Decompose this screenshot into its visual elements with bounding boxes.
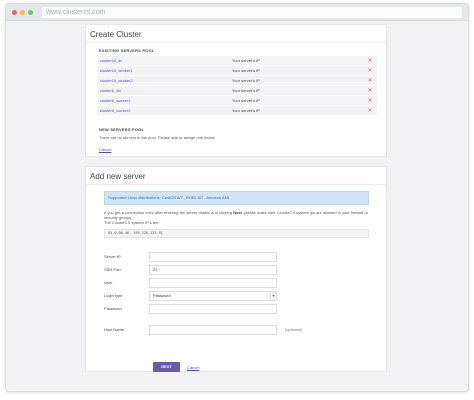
server-ip-label: Server IP	[104, 254, 121, 259]
system-ips-box: 95.0.00.46, 193.226.133.91	[104, 229, 369, 238]
password-label: Password	[104, 306, 122, 311]
remove-server-icon[interactable]: ✕	[365, 77, 375, 84]
server-ip-input[interactable]	[149, 251, 277, 262]
remove-server-icon[interactable]: ✕	[365, 57, 375, 64]
server-ip: Your server's IP	[232, 78, 260, 83]
server-ip: Your server's IP	[232, 98, 260, 103]
remove-server-icon[interactable]: ✕	[365, 87, 375, 94]
next-button[interactable]: NEXT	[153, 362, 180, 372]
firewall-hint: If you get a connection error after ente…	[104, 210, 374, 225]
add-server-title: Add new server	[86, 167, 386, 185]
password-row: Password	[104, 303, 277, 314]
login-type-row: Login type Password ▾	[104, 290, 277, 301]
server-name-link[interactable]: cluster10_worker1	[97, 68, 232, 73]
password-input[interactable]	[149, 303, 277, 314]
server-name-link[interactable]: cluster10_worker2	[97, 78, 232, 83]
ssh-port-label: SSH Port	[104, 267, 121, 272]
create-cluster-title: Create Cluster	[86, 25, 386, 43]
user-label: User	[104, 280, 113, 285]
add-server-card: Add new server Supported Linux distribut…	[85, 166, 387, 372]
maximize-window-dot-icon[interactable]	[28, 9, 33, 15]
new-pool-label: NEW SERVERS POOL	[99, 127, 145, 132]
cancel-cluster-link[interactable]: Cancel	[99, 147, 111, 152]
server-ip: Your server's IP	[232, 88, 260, 93]
optional-note: (optional)	[285, 327, 302, 332]
server-row: cluster6_worker1 Your server's IP ✕	[97, 96, 377, 106]
existing-pool-label: EXISTING SERVERS POOL	[99, 48, 155, 53]
server-ip-row: Server IP	[104, 251, 277, 262]
login-type-select[interactable]: Password ▾	[149, 290, 277, 301]
ssh-port-input[interactable]: 22	[149, 264, 277, 275]
user-row: User	[104, 277, 277, 288]
minimize-window-dot-icon[interactable]	[20, 9, 25, 15]
address-bar[interactable]: www.clustercs.com	[42, 6, 462, 18]
host-name-input[interactable]	[149, 324, 277, 335]
close-window-dot-icon[interactable]	[12, 9, 17, 15]
server-ip: Your server's IP	[232, 68, 260, 73]
system-ips-label: The ClusterCS system IP's are:	[104, 220, 160, 225]
remove-server-icon[interactable]: ✕	[365, 67, 375, 74]
remove-server-icon[interactable]: ✕	[365, 97, 375, 104]
remove-server-icon[interactable]: ✕	[365, 107, 375, 114]
host-name-row: Host Name (optional)	[104, 324, 302, 335]
hint-next-word: Next	[233, 210, 242, 215]
login-type-label: Login type	[104, 293, 123, 298]
existing-server-list: cluster10_lb Your server's IP ✕ cluster1…	[97, 56, 377, 116]
server-name-link[interactable]: cluster10_lb	[97, 58, 232, 63]
create-cluster-card: Create Cluster EXISTING SERVERS POOL clu…	[85, 24, 387, 157]
new-pool-empty-note: There are no servers in the pool. Please…	[99, 135, 216, 140]
server-row: cluster10_lb Your server's IP ✕	[97, 56, 377, 66]
cancel-add-server-link[interactable]: Cancel	[187, 365, 199, 370]
login-type-value: Password	[153, 292, 171, 298]
server-name-link[interactable]: cluster6_db	[97, 88, 232, 93]
server-row: cluster10_worker1 Your server's IP ✕	[97, 66, 377, 76]
page-viewport: Create Cluster EXISTING SERVERS POOL clu…	[6, 21, 468, 391]
supported-distros-alert: Supported Linux distributions: CentOS 6/…	[104, 191, 369, 205]
server-row: cluster10_worker2 Your server's IP ✕	[97, 76, 377, 86]
server-row: cluster6_worker2 Your server's IP ✕	[97, 106, 377, 116]
server-ip: Your server's IP	[232, 108, 260, 113]
user-input[interactable]	[149, 277, 277, 288]
server-ip: Your server's IP	[232, 58, 260, 63]
browser-toolbar: www.clustercs.com	[6, 4, 468, 21]
server-name-link[interactable]: cluster6_worker2	[97, 108, 232, 113]
browser-window: www.clustercs.com Create Cluster EXISTIN…	[5, 3, 469, 392]
ssh-port-row: SSH Port 22	[104, 264, 277, 275]
host-name-label: Host Name	[104, 327, 125, 332]
chevron-down-icon[interactable]: ▾	[270, 291, 276, 300]
server-row: cluster6_db Your server's IP ✕	[97, 86, 377, 96]
server-name-link[interactable]: cluster6_worker1	[97, 98, 232, 103]
